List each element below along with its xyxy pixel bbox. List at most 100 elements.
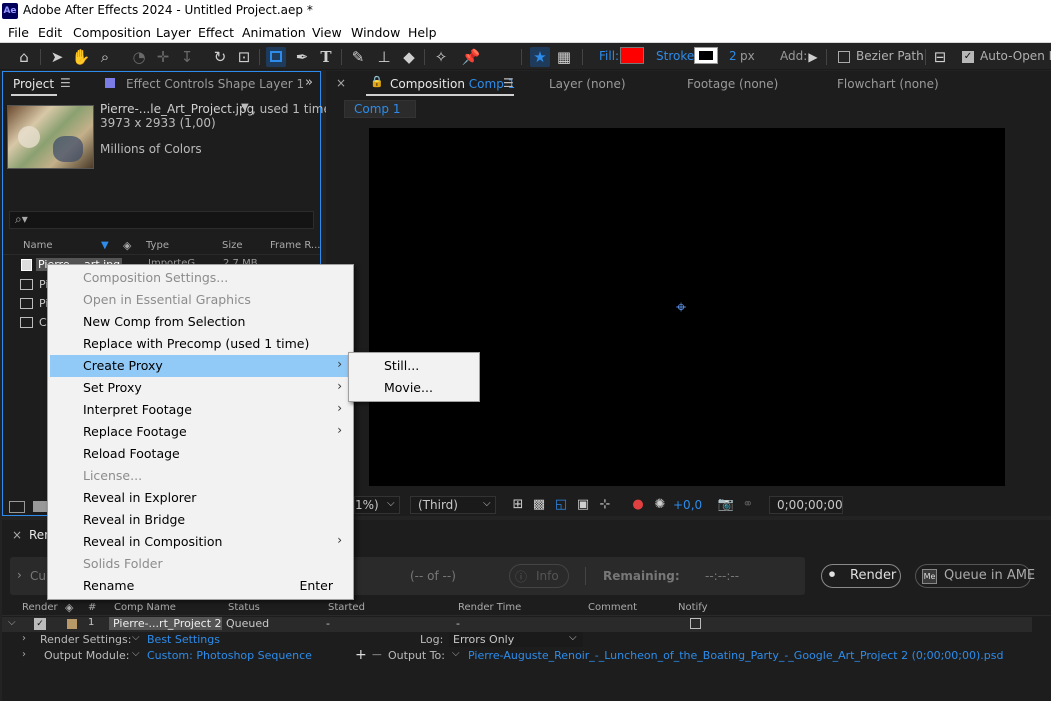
column-type[interactable]: Type (146, 240, 169, 251)
menu-animation[interactable]: Animation (242, 25, 306, 40)
zoom-dropdown[interactable]: 1%) ⌵ (354, 496, 400, 514)
add-dropdown-icon[interactable]: ▶ (803, 47, 823, 67)
dolly-camera-icon[interactable]: ↧ (177, 47, 197, 67)
output-to-dropdown-icon[interactable]: ⌵ (452, 648, 460, 659)
menu-file[interactable]: File (8, 25, 29, 40)
output-to-value[interactable]: Pierre-Auguste_Renoir_-_Luncheon_of_the_… (468, 649, 1003, 662)
menu-item-reveal-in-bridge[interactable]: Reveal in Bridge (50, 509, 351, 531)
timecode-field[interactable]: 0;00;00;00 (769, 496, 843, 514)
queue-in-ame-button[interactable]: Me Queue in AME (915, 564, 1035, 588)
render-settings-value[interactable]: Best Settings (147, 633, 220, 646)
notify-checkbox[interactable] (690, 618, 701, 629)
remove-output-module-icon[interactable]: − (371, 647, 383, 663)
comp-breadcrumb[interactable]: Comp 1 (344, 100, 416, 118)
menu-item-set-proxy[interactable]: Set Proxy › (50, 377, 351, 399)
info-button[interactable]: ⓘ Info (509, 564, 569, 588)
orbit-camera-icon[interactable]: ◔ (129, 47, 149, 67)
render-checkbox[interactable]: ✓ (34, 618, 46, 630)
anchor-point-icon[interactable]: ⌖ (676, 297, 686, 318)
fill-color-swatch[interactable] (620, 47, 644, 64)
menu-layer[interactable]: Layer (156, 25, 191, 40)
menu-item-composition-settings[interactable]: Composition Settings... (50, 267, 351, 289)
menu-help[interactable]: Help (408, 25, 437, 40)
menu-item-solids-folder[interactable]: Solids Folder (50, 553, 351, 575)
sort-arrow-icon[interactable]: ▼ (101, 240, 109, 251)
lock-icon[interactable]: 🔒 (370, 75, 384, 88)
grid-guides-icon[interactable]: ⊹ (595, 495, 615, 515)
column-comp-name[interactable]: Comp Name (114, 602, 176, 613)
column-render-time[interactable]: Render Time (458, 602, 521, 613)
pen-tool-icon[interactable]: ✒ (292, 47, 312, 67)
exposure-value[interactable]: +0,0 (673, 498, 702, 512)
tab-layer[interactable]: Layer (none) (549, 77, 626, 91)
output-module-dropdown-icon[interactable]: ⌵ (132, 648, 140, 659)
eraser-tool-icon[interactable]: ◆ (399, 47, 419, 67)
snapshot-camera-icon[interactable]: 📷 (716, 495, 736, 515)
column-render[interactable]: Render (22, 602, 58, 613)
menu-edit[interactable]: Edit (38, 25, 62, 40)
home-icon[interactable]: ⌂ (14, 47, 34, 67)
expand-arrow-icon[interactable]: › (17, 568, 22, 582)
rectangle-tool-icon[interactable] (266, 47, 286, 67)
menu-composition[interactable]: Composition (73, 25, 151, 40)
asset-usage-dropdown-icon[interactable]: ▼ (241, 102, 249, 113)
add-output-module-icon[interactable]: + (355, 647, 367, 663)
menu-effect[interactable]: Effect (198, 25, 234, 40)
anchor-point-tool-icon[interactable]: ⊡ (234, 47, 254, 67)
mask-visibility-icon[interactable]: ◱ (551, 495, 571, 515)
menu-item-movie[interactable]: Movie... (351, 377, 477, 399)
show-snapshot-icon[interactable]: ⚭ (738, 495, 758, 515)
menu-item-replace-with-precomp-used-1-time[interactable]: Replace with Precomp (used 1 time) (50, 333, 351, 355)
clone-stamp-tool-icon[interactable]: ⊥ (374, 47, 394, 67)
panel-overflow-icon[interactable]: » (305, 75, 313, 90)
project-search-input[interactable]: ⌕▾ (9, 211, 314, 229)
roto-brush-tool-icon[interactable]: ✧ (431, 47, 451, 67)
expand-arrow-icon[interactable]: › (22, 633, 26, 644)
menu-item-interpret-footage[interactable]: Interpret Footage › (50, 399, 351, 421)
stroke-color-swatch[interactable] (694, 47, 718, 64)
column-size[interactable]: Size (222, 240, 243, 251)
menu-window[interactable]: Window (351, 25, 400, 40)
column-started[interactable]: Started (328, 602, 365, 613)
menu-view[interactable]: View (312, 25, 342, 40)
output-module-value[interactable]: Custom: Photoshop Sequence (147, 649, 312, 662)
type-tool-icon[interactable]: T (316, 47, 336, 67)
pan-camera-icon[interactable]: ✛ (153, 47, 173, 67)
menu-item-open-in-essential-graphics[interactable]: Open in Essential Graphics (50, 289, 351, 311)
menu-item-license[interactable]: License... (50, 465, 351, 487)
menu-item-replace-footage[interactable]: Replace Footage › (50, 421, 351, 443)
interpret-footage-icon[interactable] (9, 501, 25, 513)
grid-snap-icon[interactable]: ▦ (554, 47, 574, 67)
menu-item-reveal-in-composition[interactable]: Reveal in Composition › (50, 531, 351, 553)
rotation-tool-icon[interactable]: ↻ (210, 47, 230, 67)
close-tab-icon[interactable]: × (12, 528, 22, 542)
label-color-swatch[interactable] (67, 619, 77, 629)
transparency-grid-icon[interactable]: ▩ (529, 495, 549, 515)
zoom-tool-icon[interactable]: ⌕ (95, 47, 115, 67)
menu-item-new-comp-from-selection[interactable]: New Comp from Selection (50, 311, 351, 333)
hand-tool-icon[interactable]: ✋ (71, 47, 91, 67)
tab-project[interactable]: Project (13, 77, 54, 91)
menu-item-still[interactable]: Still... (351, 355, 477, 377)
color-management-icon[interactable]: ✺ (650, 495, 670, 515)
menu-item-create-proxy[interactable]: Create Proxy › (50, 355, 351, 377)
fast-preview-icon[interactable]: ⊞ (508, 495, 528, 515)
selection-tool-icon[interactable]: ➤ (47, 47, 67, 67)
tab-flowchart[interactable]: Flowchart (none) (837, 77, 939, 91)
workspace-icon[interactable]: ⊟ (930, 47, 950, 67)
tab-footage[interactable]: Footage (none) (687, 77, 778, 91)
expand-arrow-icon[interactable]: › (22, 649, 26, 660)
column-number[interactable]: # (88, 602, 96, 613)
star-snap-icon[interactable]: ★ (530, 47, 550, 67)
stroke-width-value[interactable]: 2 (729, 49, 737, 63)
column-comment[interactable]: Comment (588, 602, 637, 613)
resolution-dropdown[interactable]: (Third) ⌵ (410, 496, 496, 514)
label-tag-icon[interactable]: ◈ (123, 239, 131, 252)
channels-icon[interactable]: ● (628, 495, 648, 515)
expand-arrow-icon[interactable]: ⌵ (8, 617, 16, 628)
column-frame-rate[interactable]: Frame R... (270, 240, 320, 251)
brush-tool-icon[interactable]: ✎ (348, 47, 368, 67)
close-tab-icon[interactable]: × (336, 76, 346, 90)
label-tag-icon[interactable]: ◈ (65, 601, 73, 614)
puppet-pin-tool-icon[interactable]: 📌 (461, 47, 481, 67)
